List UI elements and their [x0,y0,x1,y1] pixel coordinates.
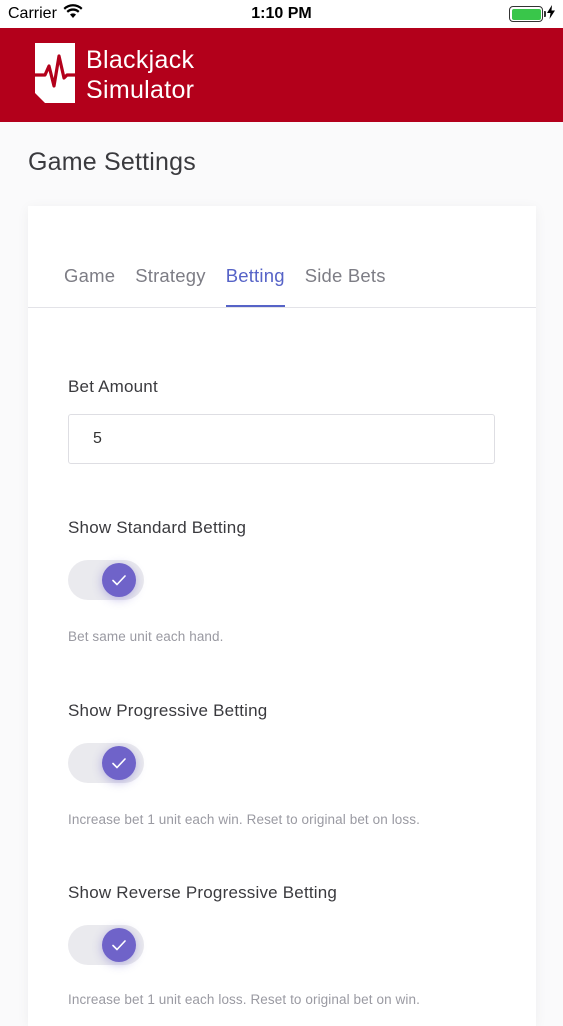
progressive-betting-help: Increase bet 1 unit each win. Reset to o… [68,812,420,827]
wifi-icon [63,4,83,24]
bet-amount-label: Bet Amount [68,377,158,396]
page-title: Game Settings [28,148,196,176]
standard-betting-toggle[interactable] [68,560,144,600]
tab-strategy[interactable]: Strategy [135,265,206,307]
app-header: Blackjack Simulator [0,28,563,122]
toggle-knob [102,563,136,597]
settings-card: Game Strategy Betting Side Bets Bet Amou… [28,206,536,1026]
status-right [509,4,555,24]
standard-betting-label: Show Standard Betting [68,518,247,537]
progressive-betting-label: Show Progressive Betting [68,701,268,720]
battery-level [511,8,541,20]
checkmark-icon [112,757,126,768]
toggle-knob [102,746,136,780]
reverse-progressive-betting-toggle[interactable] [68,925,144,965]
settings-tabs: Game Strategy Betting Side Bets [28,206,536,308]
charging-bolt-icon [547,4,555,24]
heartbeat-card-logo-icon [32,42,78,109]
toggle-knob [102,928,136,962]
checkmark-icon [112,939,126,950]
battery-icon [509,6,546,22]
tab-side-bets[interactable]: Side Bets [305,265,386,307]
tab-betting[interactable]: Betting [225,265,285,307]
app-logo[interactable]: Blackjack Simulator [32,42,194,109]
logo-line-2: Simulator [86,76,195,104]
checkmark-icon [112,574,126,585]
tab-game[interactable]: Game [64,265,115,307]
standard-betting-help: Bet same unit each hand. [68,629,224,644]
logo-wordmark: Blackjack Simulator [86,45,194,105]
bet-amount-input[interactable] [68,414,495,464]
progressive-betting-toggle[interactable] [68,743,144,783]
logo-line-1: Blackjack [86,46,195,74]
status-time: 1:10 PM [251,5,312,22]
status-bar: Carrier 1:10 PM [0,0,563,28]
reverse-progressive-betting-label: Show Reverse Progressive Betting [68,883,338,902]
status-left: Carrier [8,4,83,24]
carrier-label: Carrier [8,5,57,22]
